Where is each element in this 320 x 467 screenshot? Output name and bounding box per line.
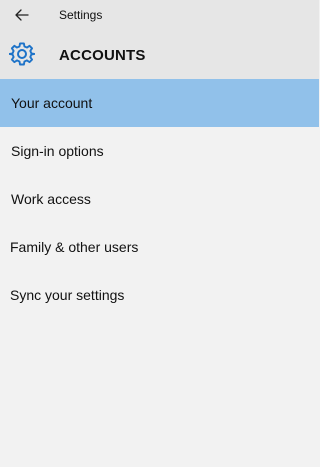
back-button[interactable]	[10, 4, 34, 26]
back-arrow-icon	[15, 9, 29, 21]
nav-item-label: Family & other users	[10, 239, 139, 255]
page-title: ACCOUNTS	[59, 47, 146, 64]
nav-item-label: Your account	[11, 95, 93, 111]
nav-item-sign-in-options[interactable]: Sign-in options	[0, 127, 319, 175]
nav-item-label: Work access	[11, 191, 91, 207]
nav-item-your-account[interactable]: Your account	[0, 79, 319, 127]
nav-item-work-access[interactable]: Work access	[0, 175, 319, 223]
title-bar: Settings	[0, 0, 319, 30]
gear-icon	[9, 42, 35, 66]
accounts-nav: Your account Sign-in options Work access…	[0, 79, 319, 319]
nav-item-family-other-users[interactable]: Family & other users	[0, 223, 319, 271]
section-header: ACCOUNTS	[0, 30, 319, 79]
nav-item-label: Sign-in options	[11, 143, 104, 159]
nav-item-label: Sync your settings	[10, 287, 125, 303]
window-title: Settings	[59, 8, 103, 22]
nav-item-sync-settings[interactable]: Sync your settings	[0, 271, 319, 319]
